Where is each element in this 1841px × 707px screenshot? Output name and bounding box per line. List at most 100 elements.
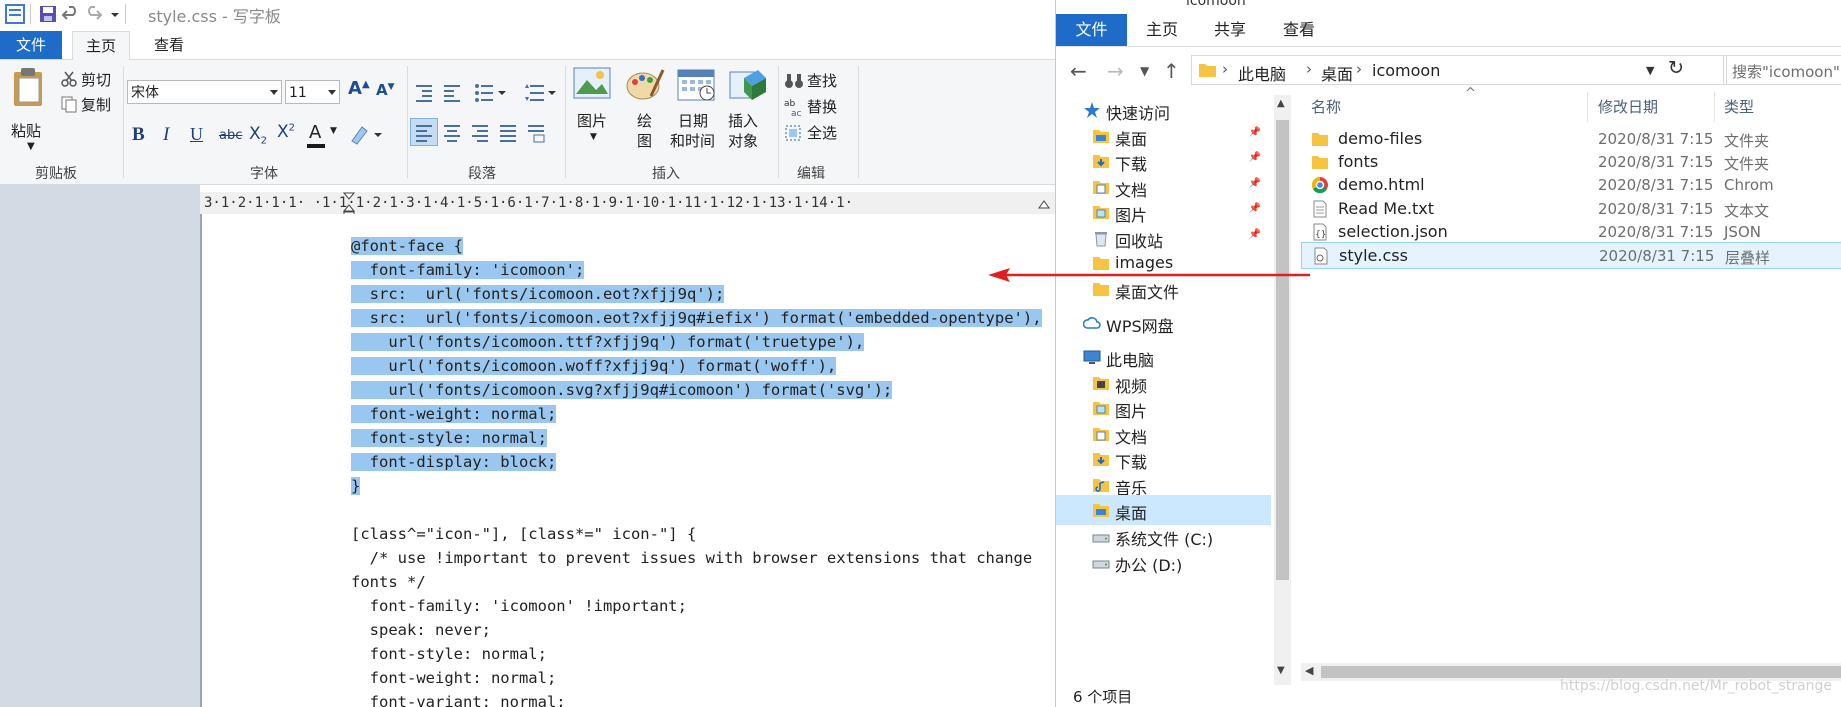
underline-icon[interactable]: U <box>190 124 203 145</box>
page-edge <box>200 214 202 707</box>
navigation-pane-scroll-thumb[interactable] <box>1276 120 1289 580</box>
select-all-button[interactable]: 全选 <box>784 122 854 144</box>
code-line-text: font-family: 'icomoon'; <box>351 261 585 279</box>
column-type[interactable]: 类型 <box>1724 92 1754 122</box>
binoculars-icon <box>785 74 803 88</box>
highlighter-icon[interactable] <box>348 123 388 147</box>
breadcrumb-desktop[interactable]: 桌面 <box>1321 61 1353 85</box>
cut-button[interactable]: 剪切 <box>60 68 120 90</box>
font-family-select[interactable]: 宋体 <box>127 80 282 104</box>
undo-icon[interactable] <box>60 3 82 25</box>
subscript-icon[interactable]: X2 <box>249 124 267 146</box>
shrink-font-icon[interactable]: A▼ <box>376 81 395 99</box>
file-name: Read Me.txt <box>1338 198 1435 218</box>
refresh-icon[interactable]: ↻ <box>1668 57 1684 79</box>
insert-object-button[interactable]: 插入 对象 <box>724 66 772 162</box>
file-name: fonts <box>1338 152 1379 172</box>
explorer-title: icomoon <box>1186 0 1246 9</box>
file-date: 2020/8/31 7:15 <box>1598 130 1714 148</box>
text-color-icon: A <box>309 122 322 143</box>
forward-icon[interactable]: → <box>1107 59 1124 83</box>
download-folder-icon <box>1092 450 1110 467</box>
up-icon[interactable]: ↑ <box>1163 59 1180 83</box>
bold-icon[interactable]: B <box>132 124 145 146</box>
file-row[interactable]: style.css 2020/8/31 7:15 层叠样 <box>1301 242 1841 269</box>
save-icon[interactable] <box>37 3 59 25</box>
picture-icon <box>573 67 611 99</box>
tab-file[interactable]: 文件 <box>1056 14 1127 46</box>
breadcrumb-icomoon[interactable]: icomoon <box>1372 61 1440 80</box>
replace-button[interactable]: ab ac 替换 <box>784 96 854 118</box>
drive-icon <box>1092 527 1110 544</box>
code-line-text: font-style: normal; <box>351 645 547 663</box>
alignment-icons[interactable] <box>414 122 564 144</box>
back-icon[interactable]: ← <box>1070 59 1087 83</box>
datetime-label-2: 和时间 <box>670 132 716 150</box>
tab-share[interactable]: 共享 <box>1200 14 1260 46</box>
code-line: src: url('fonts/icomoon.eot?xfjj9q'); <box>351 282 1042 306</box>
right-indent-marker-icon[interactable] <box>1038 200 1050 212</box>
grow-font-icon[interactable]: A▲ <box>348 78 370 99</box>
tab-home[interactable]: 主页 <box>72 31 130 61</box>
strikethrough-icon[interactable]: abc <box>219 128 242 143</box>
breadcrumb-this-pc[interactable]: 此电脑 <box>1238 61 1286 85</box>
paragraph-group-label: 段落 <box>468 166 496 182</box>
tab-view[interactable]: 查看 <box>1266 14 1332 46</box>
sidebar-item[interactable]: WPS网盘 <box>1056 308 1271 338</box>
computer-icon <box>1083 348 1101 365</box>
search-box[interactable]: 搜索"icomoon" <box>1723 55 1841 85</box>
wordpad-app-icon[interactable] <box>4 3 26 25</box>
code-line: [class^="icon-"], [class*=" icon-"] { <box>351 522 1042 546</box>
json-file-icon: {} <box>1311 223 1329 242</box>
recent-locations-icon[interactable]: ▼ <box>1140 64 1149 78</box>
copy-button[interactable]: 复制 <box>60 93 120 115</box>
font-size-select[interactable]: 11 <box>285 80 340 104</box>
document-text[interactable]: @font-face { font-family: 'icomoon'; src… <box>351 234 1042 707</box>
pin-icon[interactable]: 📌 <box>1249 178 1261 189</box>
replace-icon: abac <box>784 99 802 117</box>
ribbon: 粘贴 ▼ 剪切 复制 剪贴板 宋体 11 A▲ A▼ B I U abc X2 … <box>0 60 1055 185</box>
pin-icon[interactable]: 📌 <box>1249 203 1261 214</box>
pin-icon[interactable]: 📌 <box>1249 229 1261 240</box>
code-line-text: font-weight: normal; <box>351 669 557 687</box>
file-name: demo-files <box>1338 129 1423 148</box>
file-date: 2020/8/31 7:15 <box>1598 176 1714 195</box>
css-file-icon <box>1312 247 1330 266</box>
redo-icon[interactable] <box>82 3 104 25</box>
superscript-icon[interactable]: X2 <box>277 122 295 142</box>
code-line: /* use !important to prevent issues with… <box>351 546 1042 570</box>
address-bar[interactable]: › 此电脑 › 桌面 › icomoon ▼ ↻ <box>1191 55 1727 85</box>
file-type: Chrom <box>1724 176 1774 195</box>
tab-home[interactable]: 主页 <box>1131 14 1193 46</box>
italic-icon[interactable]: I <box>163 124 169 146</box>
ruler[interactable]: 3·1·2·1·1·1· ·1·1·1·2·1·3·1·4·1·5·1·6·1·… <box>200 192 1055 214</box>
horizontal-scroll-thumb[interactable] <box>1321 666 1841 678</box>
tab-view[interactable]: 查看 <box>140 31 198 59</box>
code-line-text: } <box>351 477 361 495</box>
column-date-modified[interactable]: 修改日期 <box>1598 92 1658 122</box>
svg-text:{}: {} <box>1315 230 1326 240</box>
replace-label: 替换 <box>807 98 838 116</box>
code-line-text: speak: never; <box>351 621 491 639</box>
column-name[interactable]: 名称 <box>1311 92 1341 122</box>
folder-icon <box>1199 64 1216 77</box>
pin-icon[interactable]: 📌 <box>1249 127 1261 138</box>
insert-paint-button[interactable]: 绘 图 <box>625 66 669 162</box>
desktop-folder-icon <box>1092 501 1110 518</box>
pin-icon[interactable]: 📌 <box>1249 152 1261 163</box>
code-line: font-weight: normal; <box>351 402 1042 426</box>
sidebar-item[interactable]: 办公 (D:) <box>1056 547 1271 577</box>
documents-folder-icon <box>1092 425 1110 442</box>
find-button[interactable]: 查找 <box>784 70 854 92</box>
customize-toolbar-icon[interactable] <box>104 3 126 25</box>
font-color-button[interactable]: A ▼ <box>306 122 342 150</box>
paste-button[interactable]: 粘贴 ▼ <box>8 66 53 162</box>
find-label: 查找 <box>807 72 838 90</box>
tab-file[interactable]: 文件 <box>0 31 62 59</box>
insert-datetime-button[interactable]: 日期 和时间 <box>670 66 722 162</box>
address-dropdown-icon[interactable]: ▼ <box>1646 64 1654 77</box>
indent-list-icons[interactable] <box>414 82 564 104</box>
cut-label: 剪切 <box>81 71 112 89</box>
insert-picture-button[interactable]: 图片 ▼ <box>572 66 620 162</box>
